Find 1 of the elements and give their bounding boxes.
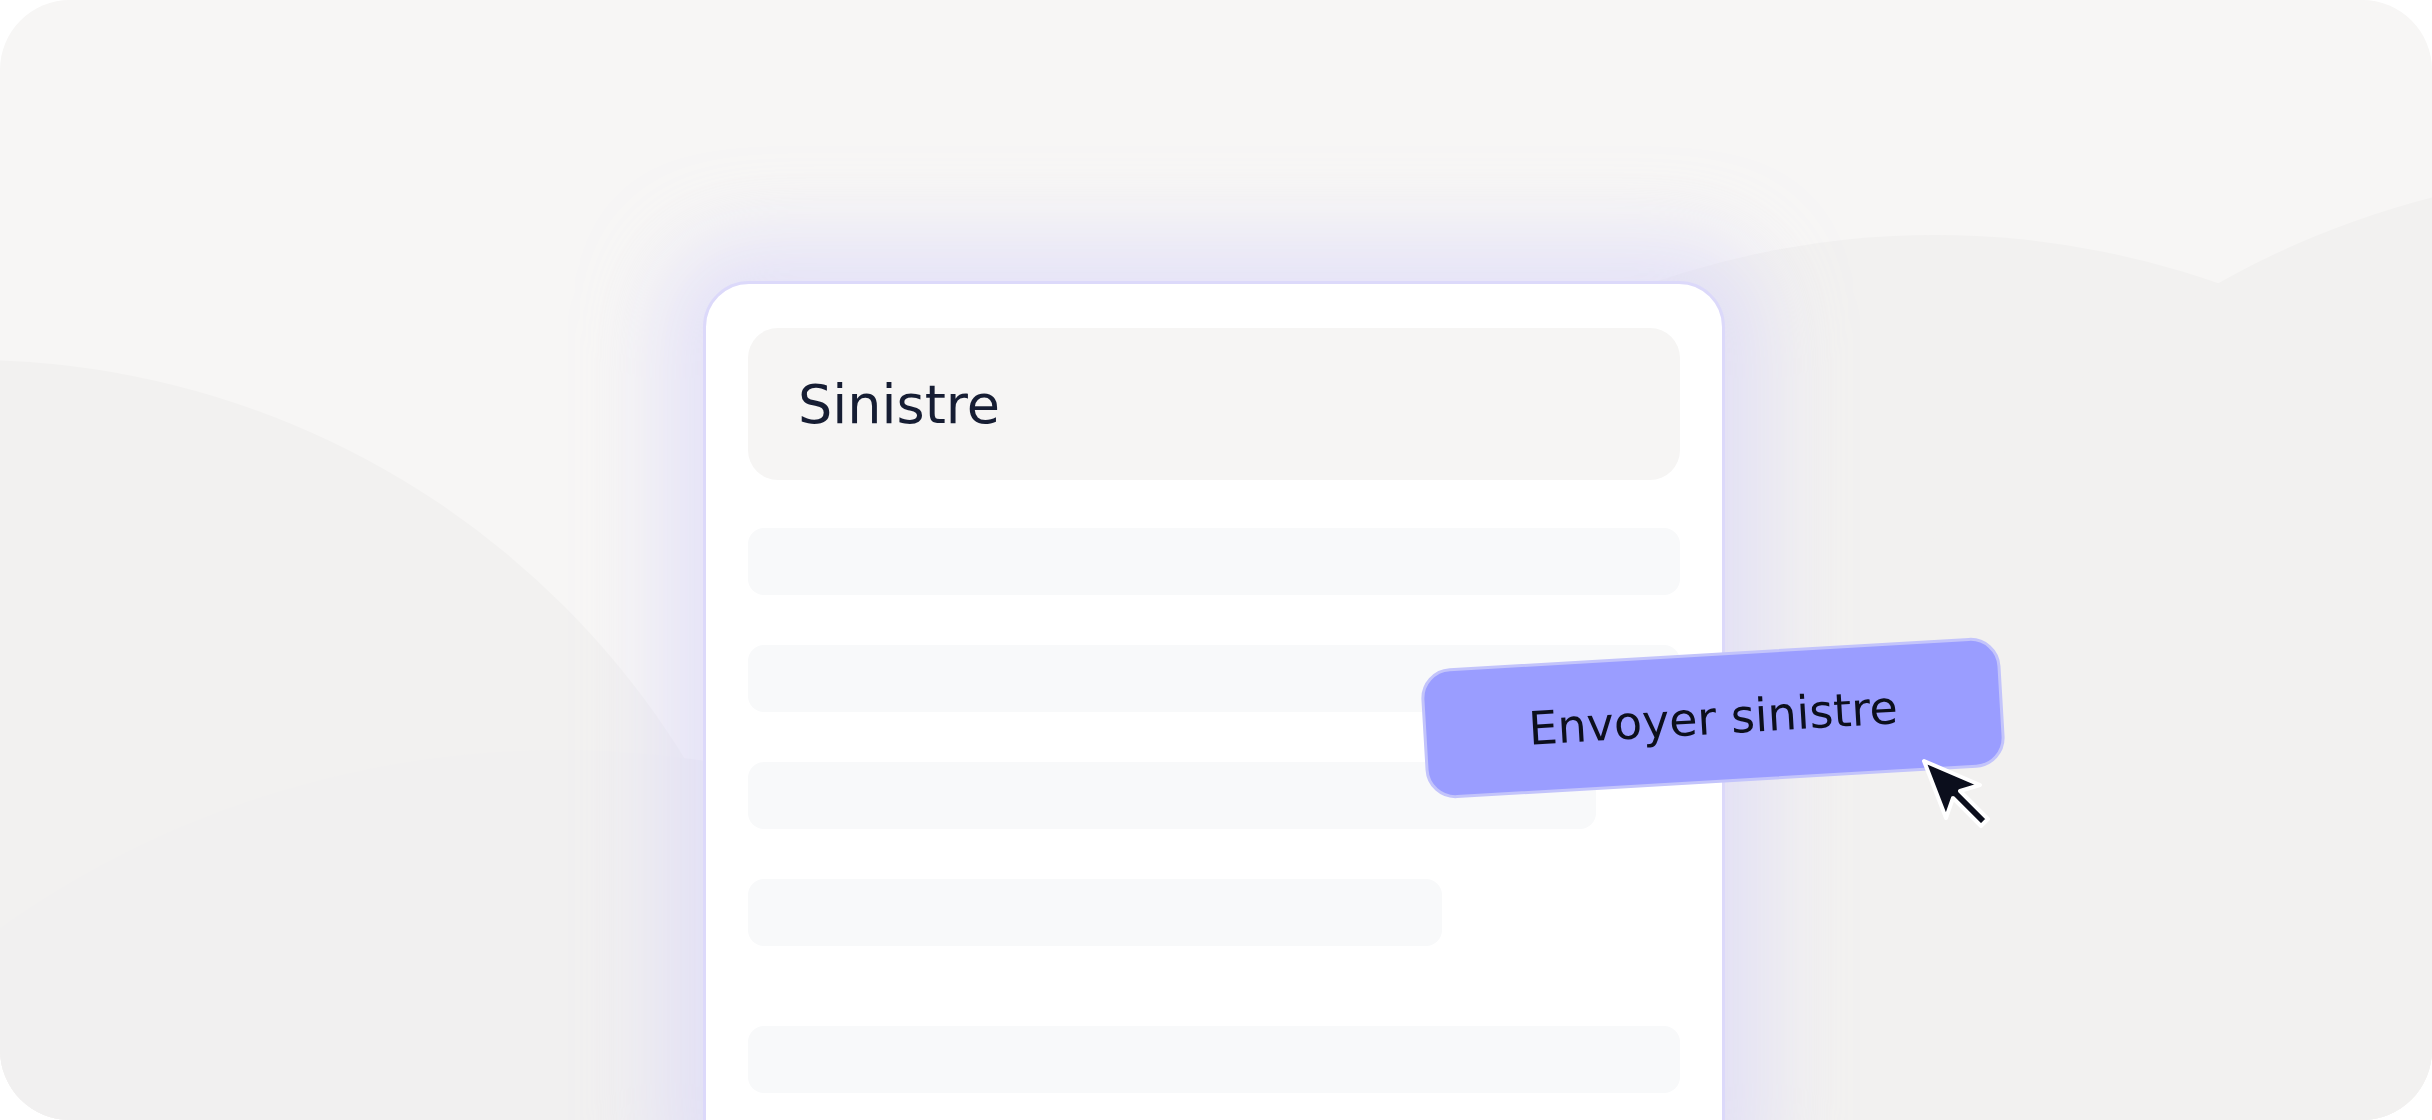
claim-title-field[interactable]: Sinistre xyxy=(748,328,1680,480)
